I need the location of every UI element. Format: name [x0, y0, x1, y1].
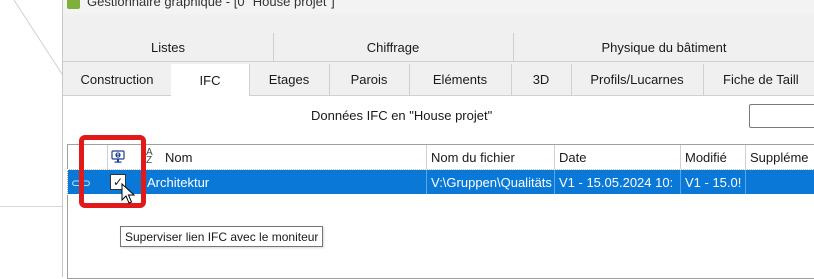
tab-row-bottom: Construction IFC Etages Parois Eléments … — [63, 64, 814, 97]
title-bar: Gestionnaire graphique - [0 "House proje… — [63, 0, 814, 14]
tab-row-top: Listes Chiffrage Physique du bâtiment — [63, 33, 814, 62]
ifc-panel-title: Données IFC en "House projet" — [311, 108, 493, 123]
header-nom-label: Nom — [165, 149, 193, 165]
header-modifie[interactable]: Modifié — [681, 145, 746, 169]
search-field[interactable] — [749, 104, 814, 128]
header-date-label: Date — [559, 149, 587, 165]
header-nom[interactable]: AZ Nom — [143, 145, 427, 169]
sort-az-icon: AZ — [146, 147, 153, 166]
window-title: Gestionnaire graphique - [0 "House proje… — [87, 0, 335, 9]
app-icon — [67, 0, 80, 9]
highlight-annotation — [79, 135, 146, 208]
header-supplement-label: Suppléme — [750, 149, 809, 165]
tab-3d[interactable]: 3D — [511, 64, 572, 95]
row-nom: Architektur — [147, 174, 210, 190]
row-nom-cell: Architektur — [143, 170, 427, 194]
tab-label: Etages — [268, 72, 310, 87]
tooltip: Superviser lien IFC avec le moniteur — [120, 226, 324, 247]
tab-etages[interactable]: Etages — [249, 64, 330, 95]
tab-listes[interactable]: Listes — [63, 33, 274, 61]
table-header: AZ Nom Nom du fichier Date Modifié Suppl… — [68, 145, 814, 170]
tab-physique-du-batiment[interactable]: Physique du bâtiment — [513, 33, 814, 61]
header-supplement[interactable]: Suppléme — [746, 145, 814, 169]
tab-label: Profils/Lucarnes — [590, 72, 684, 87]
row-modifie-cell: V1 - 15.0! — [681, 170, 746, 194]
header-fichier-label: Nom du fichier — [431, 149, 515, 165]
tab-construction[interactable]: Construction — [63, 64, 172, 95]
row-supplement-cell — [746, 170, 814, 194]
background-divider — [0, 206, 62, 207]
tab-label: Eléments — [432, 72, 488, 87]
header-date[interactable]: Date — [555, 145, 681, 169]
tab-label: Chiffrage — [366, 39, 420, 55]
tab-label: Construction — [80, 72, 154, 87]
tab-label: Parois — [350, 72, 388, 87]
tab-fiche-de-taille[interactable]: Fiche de Taill — [703, 64, 814, 95]
background-diagonal-line — [13, 0, 62, 75]
tab-chiffrage[interactable]: Chiffrage — [273, 33, 514, 61]
row-modifie: V1 - 15.0! — [685, 174, 742, 190]
tab-label: 3D — [532, 72, 550, 87]
header-modifie-label: Modifié — [685, 149, 727, 165]
row-date-cell: V1 - 15.05.2024 10: — [555, 170, 681, 194]
mouse-cursor-icon — [121, 183, 135, 204]
tab-label: IFC — [199, 72, 221, 88]
tab-label: Fiche de Taill — [723, 72, 799, 87]
tab-profils-lucarnes[interactable]: Profils/Lucarnes — [571, 64, 704, 95]
table-row[interactable]: ⊂⊃ ✓ Architektur V:\Gruppen\Qualitäts V1… — [67, 169, 814, 195]
tab-label: Listes — [151, 39, 185, 55]
row-fichier-cell: V:\Gruppen\Qualitäts — [427, 170, 555, 194]
tab-label: Physique du bâtiment — [601, 39, 727, 55]
ifc-table: AZ Nom Nom du fichier Date Modifié Suppl… — [67, 144, 814, 279]
tab-parois[interactable]: Parois — [329, 64, 410, 95]
tab-ifc[interactable]: IFC — [171, 64, 250, 97]
ifc-panel: Données IFC en "House projet" AZ Nom Nom… — [63, 96, 814, 279]
row-date: V1 - 15.05.2024 10: — [559, 174, 674, 190]
row-fichier: V:\Gruppen\Qualitäts — [431, 174, 552, 190]
tab-elements[interactable]: Eléments — [409, 64, 512, 95]
header-nom-du-fichier[interactable]: Nom du fichier — [427, 145, 555, 169]
